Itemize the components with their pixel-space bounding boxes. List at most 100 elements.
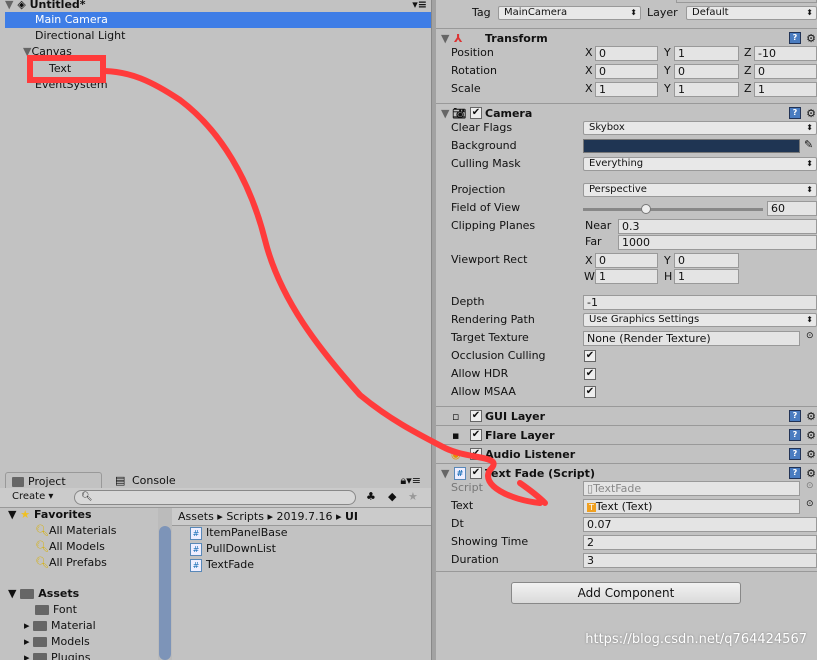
lock-icon[interactable]: 🔒︎▾≡ (400, 474, 421, 488)
depth-field[interactable]: -1 (583, 295, 817, 310)
favorite-all-prefabs[interactable]: 🔍︎All Prefabs (35, 556, 107, 569)
expand-arrow-icon[interactable]: ▼ (5, 0, 13, 11)
hierarchy-item-main-camera[interactable]: Main Camera (5, 12, 431, 28)
add-component-button[interactable]: Add Component (511, 582, 741, 604)
layer-dropdown[interactable]: Default (686, 6, 817, 20)
far-field[interactable]: 1000 (618, 235, 817, 250)
breadcrumb-item[interactable]: 2019.7.16 (276, 510, 332, 523)
target-texture-label: Target Texture (451, 331, 529, 344)
y-field[interactable]: 1 (674, 46, 739, 61)
filter-type-icon[interactable]: ♣ (366, 490, 376, 503)
scrollbar-thumb[interactable] (159, 526, 171, 660)
expand-arrow-icon: ▼ (441, 107, 450, 120)
dt-field[interactable]: 0.07 (583, 517, 817, 532)
viewport-x-field[interactable]: 0 (595, 253, 658, 268)
help-icon[interactable]: ? (789, 448, 801, 460)
x-field[interactable]: 1 (595, 82, 658, 97)
gui-layer-header[interactable]: ▫ ✔ GUI Layer? ⚙ (436, 406, 817, 425)
textfade-header[interactable]: ▼ # ✔ Text Fade (Script)? ⚙ (436, 463, 817, 482)
favorite-all-materials[interactable]: 🔍︎All Materials (35, 524, 117, 537)
favorites-header[interactable]: ▼ ★ Favorites (8, 508, 92, 521)
object-picker-icon[interactable]: ⊙ (806, 331, 814, 341)
search-input[interactable]: 🔍︎ (74, 490, 356, 505)
help-icon[interactable]: ? (789, 107, 801, 119)
viewport-y-field[interactable]: 0 (674, 253, 739, 268)
duration-field[interactable]: 3 (583, 553, 817, 568)
file-pulldownlist[interactable]: # PullDownList (190, 542, 276, 556)
z-field[interactable]: 1 (754, 82, 817, 97)
transform-row-label: Position (451, 46, 494, 59)
star-icon[interactable]: ★ (408, 490, 418, 503)
depth-label: Depth (451, 295, 485, 308)
textfade-checkbox[interactable]: ✔ (470, 467, 482, 479)
fov-field[interactable]: 60 (767, 201, 817, 216)
target-texture-field[interactable]: None (Render Texture) (583, 331, 800, 346)
near-field[interactable]: 0.3 (618, 219, 817, 234)
y-label: Y (664, 82, 671, 95)
flare-layer-checkbox[interactable]: ✔ (470, 429, 482, 441)
fov-slider[interactable] (583, 204, 763, 214)
y-label: Y (664, 46, 671, 59)
w-label: W (584, 270, 595, 283)
showing-time-field[interactable]: 2 (583, 535, 817, 550)
folder-models[interactable]: ▸ Models (24, 635, 90, 648)
occlusion-culling-checkbox[interactable]: ✔ (584, 350, 596, 362)
camera-enabled-checkbox[interactable]: ✔ (470, 107, 482, 119)
label-icon[interactable]: ◆ (388, 490, 396, 503)
create-button[interactable]: Create ▾ (12, 491, 53, 502)
gear-icon[interactable]: ⚙ (806, 426, 816, 445)
x-field[interactable]: 0 (595, 64, 658, 79)
name-field[interactable] (676, 0, 817, 3)
folder-font[interactable]: Font (35, 603, 77, 616)
gear-icon[interactable]: ⚙ (806, 407, 816, 426)
tag-label: Tag (472, 6, 491, 19)
assets-header[interactable]: ▼ Assets (8, 587, 79, 600)
file-textfade[interactable]: # TextFade (190, 558, 254, 572)
favorite-all-models[interactable]: 🔍︎All Models (35, 540, 105, 553)
rendering-path-dropdown[interactable]: Use Graphics Settings (583, 313, 817, 327)
canvas-label: Canvas (31, 45, 72, 58)
help-icon[interactable]: ? (789, 32, 801, 44)
y-field[interactable]: 1 (674, 82, 739, 97)
breadcrumb-item[interactable]: Scripts (226, 510, 264, 523)
text-field[interactable]: T Text (Text) (583, 499, 800, 514)
tag-dropdown[interactable]: MainCamera (498, 6, 641, 20)
viewport-w-field[interactable]: 1 (595, 269, 658, 284)
hierarchy-item-text[interactable]: Text (5, 61, 431, 77)
help-icon[interactable]: ? (789, 467, 801, 479)
hierarchy-item-canvas[interactable]: ▼Canvas (5, 44, 431, 60)
help-icon[interactable]: ? (789, 429, 801, 441)
culling-mask-dropdown[interactable]: Everything (583, 157, 817, 171)
x-field[interactable]: 0 (595, 46, 658, 61)
z-field[interactable]: 0 (754, 64, 817, 79)
viewport-h-field[interactable]: 1 (674, 269, 739, 284)
y-label: Y (664, 64, 671, 77)
unity-icon: ◈ (17, 0, 26, 11)
breadcrumb-item[interactable]: Assets (178, 510, 214, 523)
folder-plugins[interactable]: ▸ Plugins (24, 651, 90, 660)
allow-msaa-checkbox[interactable]: ✔ (584, 386, 596, 398)
scrollbar[interactable] (158, 508, 172, 660)
clear-flags-dropdown[interactable]: Skybox (583, 121, 817, 135)
file-itempanelbase[interactable]: # ItemPanelBase (190, 526, 288, 540)
background-color-field[interactable] (583, 139, 800, 153)
csharp-icon: # (190, 558, 202, 572)
breadcrumb-item[interactable]: UI (345, 510, 358, 523)
z-field[interactable]: -10 (754, 46, 817, 61)
gear-icon[interactable]: ⚙ (806, 445, 816, 464)
hierarchy-item-eventsystem[interactable]: EventSystem (5, 77, 431, 93)
audio-listener-checkbox[interactable]: ✔ (470, 448, 482, 460)
folder-material[interactable]: ▸ Material (24, 619, 96, 632)
y-field[interactable]: 0 (674, 64, 739, 79)
flare-layer-header[interactable]: ▪ ✔ Flare Layer? ⚙ (436, 425, 817, 444)
star-icon: ★ (20, 508, 31, 521)
help-icon[interactable]: ? (789, 410, 801, 422)
object-picker-icon[interactable]: ⊙ (806, 499, 814, 509)
gui-layer-checkbox[interactable]: ✔ (470, 410, 482, 422)
hierarchy-item-directional-light[interactable]: Directional Light (5, 28, 431, 44)
allow-hdr-checkbox[interactable]: ✔ (584, 368, 596, 380)
projection-dropdown[interactable]: Perspective (583, 183, 817, 197)
fov-slider-thumb[interactable] (641, 204, 651, 214)
eyedropper-icon[interactable]: ✎ (804, 138, 813, 151)
audio-listener-header[interactable]: ◉ ✔ Audio Listener? ⚙ (436, 444, 817, 463)
